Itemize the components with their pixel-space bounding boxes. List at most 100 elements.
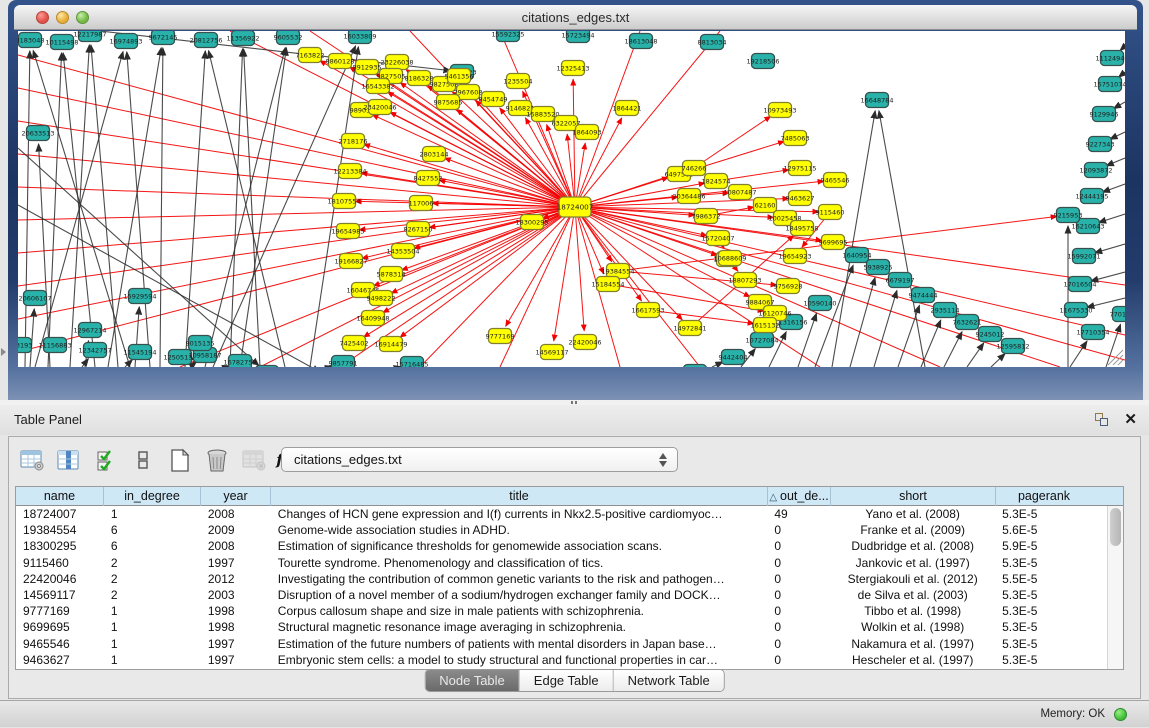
window-title-bar[interactable]: citations_edges.txt <box>14 5 1137 30</box>
table-cell[interactable]: 0 <box>767 571 830 587</box>
graph-node[interactable]: 11356922 <box>226 31 259 46</box>
graph-node[interactable]: 16461045 <box>678 365 711 368</box>
table-row[interactable]: 2242004622012Investigating the contribut… <box>16 571 1107 587</box>
graph-edge[interactable] <box>575 207 1125 360</box>
graph-edge[interactable] <box>160 48 163 367</box>
table-cell[interactable]: 1998 <box>201 603 271 619</box>
table-cell[interactable]: 9777169 <box>16 603 104 619</box>
graph-edge[interactable] <box>500 207 575 367</box>
graph-node[interactable]: 9756928 <box>774 279 803 294</box>
table-cell[interactable]: 18300295 <box>16 538 104 554</box>
collapse-left-panel-icon[interactable] <box>1 348 6 356</box>
graph-node[interactable]: 8860128 <box>326 54 355 69</box>
table-cell[interactable]: 14569117 <box>16 587 104 603</box>
table-cell[interactable]: Corpus callosum shape and size in male p… <box>271 603 768 619</box>
graph-node[interactable]: 9605532 <box>274 31 303 45</box>
graph-node[interactable]: 9875685 <box>434 95 463 110</box>
graph-edge[interactable] <box>575 31 640 207</box>
graph-node[interactable]: 16914479 <box>374 337 407 352</box>
table-cell[interactable]: Estimation of the future numbers of pati… <box>271 636 768 652</box>
graph-node[interactable]: 7701534 <box>1110 307 1125 322</box>
table-cell[interactable]: 5.3E-5 <box>995 506 1107 522</box>
column-header-name[interactable]: name <box>16 487 104 506</box>
table-selector-dropdown[interactable]: citations_edges.txt <box>281 447 678 472</box>
table-row[interactable]: 1938455462009Genome-wide association stu… <box>16 522 1107 538</box>
table-row[interactable]: 1872400712008Changes of HCN gene express… <box>16 506 1107 522</box>
graph-node[interactable]: 20812756 <box>189 33 222 48</box>
graph-node[interactable]: 12975115 <box>783 161 816 176</box>
graph-edge[interactable] <box>694 116 771 168</box>
graph-node[interactable]: 12093872 <box>1079 163 1112 178</box>
table-cell[interactable]: Investigating the contribution of common… <box>271 571 768 587</box>
table-cell[interactable]: Tibbo et al. (1998) <box>830 603 995 619</box>
column-visibility-button[interactable] <box>56 447 82 473</box>
table-cell[interactable]: 0 <box>767 538 830 554</box>
canvas-resize-grip[interactable] <box>1108 350 1123 365</box>
graph-node[interactable]: 9015135 <box>186 336 215 351</box>
graph-node[interactable]: 19166827 <box>334 254 367 269</box>
table-row[interactable]: 1456911722003Disruption of a novel membe… <box>16 587 1107 603</box>
table-cell[interactable]: Structural magnetic resonance image aver… <box>271 619 768 635</box>
graph-node[interactable]: 14569117 <box>535 345 568 360</box>
table-row[interactable]: 1830029562008Estimation of significance … <box>16 538 1107 554</box>
graph-node[interactable]: 10973493 <box>763 103 796 118</box>
table-cell[interactable]: Nakamura et al. (1997) <box>830 636 995 652</box>
graph-node[interactable]: 9442404 <box>719 350 748 365</box>
graph-node[interactable]: 16974893 <box>109 34 142 49</box>
graph-node[interactable]: 15929594 <box>123 289 156 304</box>
graph-node[interactable]: 22420046 <box>568 335 601 350</box>
column-header-year[interactable]: year <box>201 487 271 506</box>
graph-edge[interactable] <box>850 278 875 367</box>
table-cell[interactable]: 0 <box>767 603 830 619</box>
graph-edge[interactable] <box>372 115 575 207</box>
graph-node[interactable]: 12444195 <box>1075 189 1108 204</box>
graph-node[interactable]: 8427552 <box>414 171 443 186</box>
table-cell[interactable]: 0 <box>767 522 830 538</box>
graph-node[interactable]: 2803144 <box>420 147 449 162</box>
table-cell[interactable]: 1 <box>104 652 201 668</box>
import-table-button[interactable] <box>241 447 267 473</box>
table-cell[interactable]: 22420046 <box>16 571 104 587</box>
graph-edge[interactable] <box>1110 132 1125 139</box>
table-cell[interactable]: Yano et al. (2008) <box>830 506 995 522</box>
table-cell[interactable]: 9465546 <box>16 636 104 652</box>
table-cell[interactable]: 2 <box>104 555 201 571</box>
graph-node[interactable]: 11124940 <box>1095 51 1125 66</box>
table-cell[interactable]: 2008 <box>201 506 271 522</box>
table-cell[interactable]: 9463627 <box>16 652 104 668</box>
network-canvas[interactable]: 1872400781830481011549812217987169748939… <box>18 31 1125 367</box>
graph-edge[interactable] <box>18 187 575 207</box>
new-column-button[interactable] <box>167 447 193 473</box>
graph-edge[interactable] <box>554 207 575 341</box>
graph-edge[interactable] <box>185 51 205 367</box>
table-cell[interactable]: 2008 <box>201 538 271 554</box>
graph-edge[interactable] <box>874 291 897 367</box>
table-cell[interactable]: 6 <box>104 522 201 538</box>
splitter-handle[interactable] <box>571 401 579 404</box>
graph-edge[interactable] <box>991 354 1005 367</box>
graph-edge[interactable] <box>91 45 118 367</box>
graph-node[interactable]: 11675330 <box>1059 303 1092 318</box>
graph-node[interactable]: 1640954 <box>843 248 872 263</box>
graph-node[interactable]: 5461356 <box>445 69 474 84</box>
graph-node[interactable]: 9857791 <box>329 356 358 368</box>
graph-node[interactable]: 16782759 <box>223 355 256 368</box>
graph-node[interactable]: 9115460 <box>816 205 845 220</box>
graph-node[interactable]: 18107554 <box>327 194 360 209</box>
graph-edge[interactable] <box>967 343 984 367</box>
table-cell[interactable]: 5.3E-5 <box>995 587 1107 603</box>
graph-edge[interactable] <box>18 55 575 207</box>
network-view[interactable]: 1872400781830481011549812217987169748939… <box>18 31 1125 367</box>
graph-node[interactable]: 12325413 <box>556 61 589 76</box>
table-cell[interactable]: Estimation of significance thresholds fo… <box>271 538 768 554</box>
graph-node[interactable]: 20606107 <box>18 291 51 306</box>
table-cell[interactable]: 9699695 <box>16 619 104 635</box>
table-cell[interactable]: 1 <box>104 506 201 522</box>
graph-node[interactable]: 23226038 <box>380 55 413 70</box>
graph-edge[interactable] <box>18 154 575 207</box>
graph-node[interactable]: 7485063 <box>781 131 810 146</box>
graph-node[interactable]: 10727084 <box>745 333 778 348</box>
table-cell[interactable]: 5.3E-5 <box>995 555 1107 571</box>
graph-node[interactable]: 10688609 <box>713 251 746 266</box>
table-row[interactable]: 911546021997Tourette syndrome. Phenomeno… <box>16 555 1107 571</box>
